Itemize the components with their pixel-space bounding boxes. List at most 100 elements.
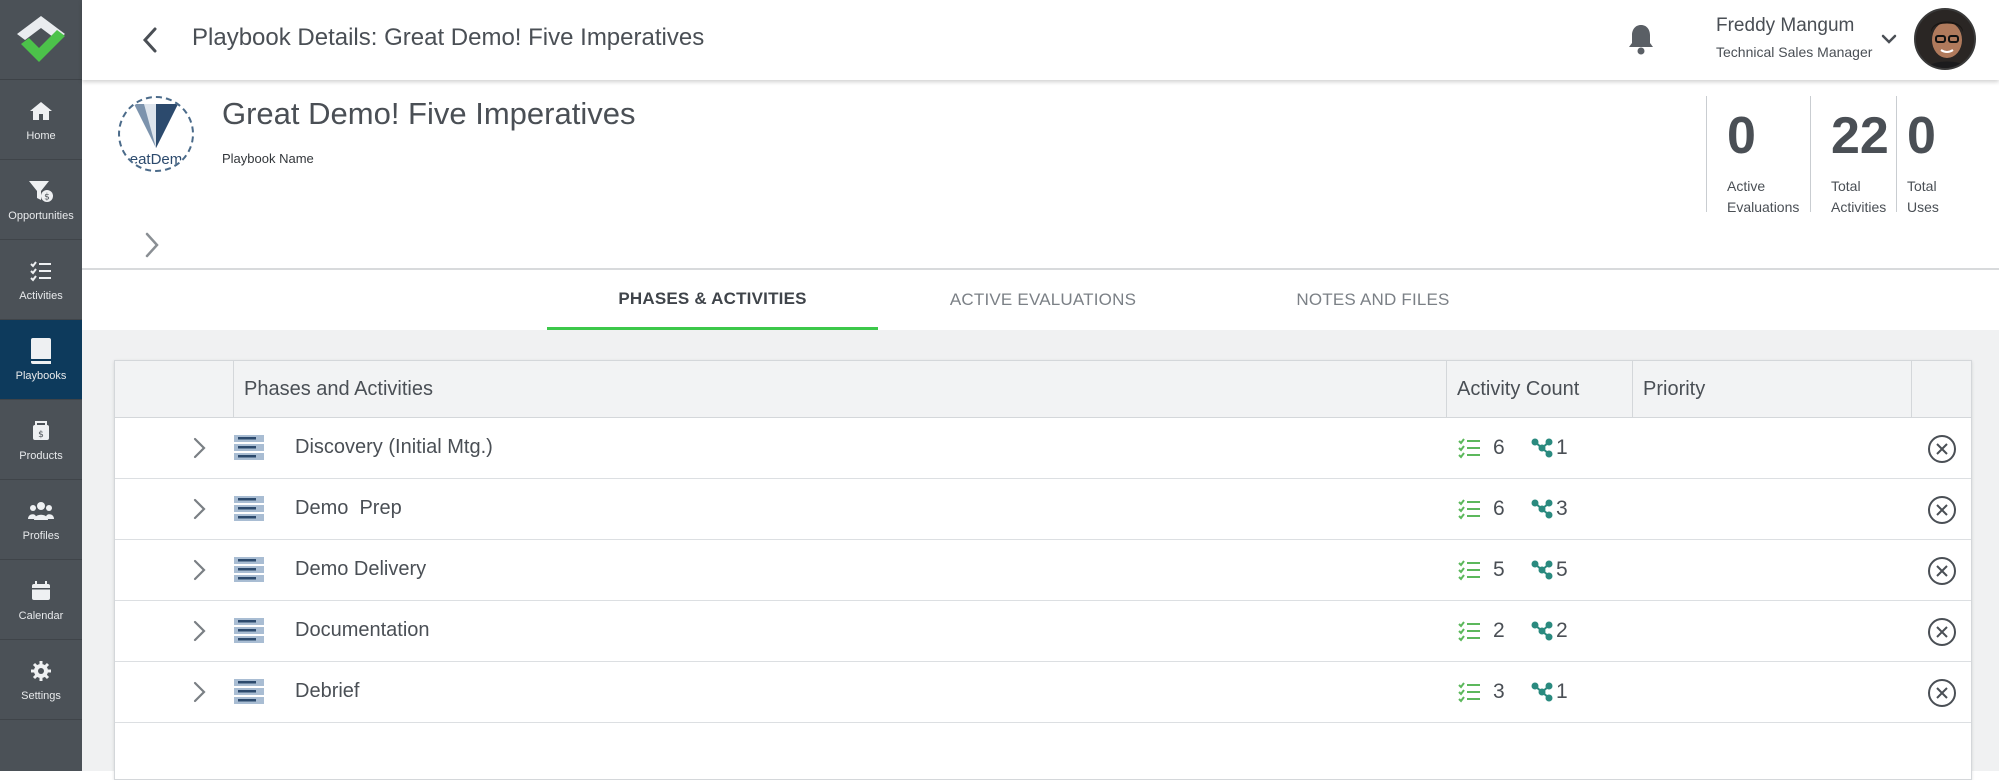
stat-label-line: Total: [1907, 176, 1976, 197]
expand-row-button[interactable]: [185, 678, 213, 706]
playbook-logo-text: eatDem: [130, 151, 183, 168]
app-logo-icon: [13, 12, 69, 68]
table-row[interactable]: Discovery (Initial Mtg.) 6 1: [115, 418, 1971, 479]
stat-label-line: Uses: [1907, 197, 1976, 218]
column-header-activity-count[interactable]: Activity Count: [1446, 361, 1632, 418]
close-circle-icon: [1927, 434, 1957, 464]
stat-label-line: Active: [1727, 176, 1810, 197]
table-header: Phases and Activities Activity Count Pri…: [115, 361, 1971, 418]
gear-icon: [28, 658, 54, 684]
flow-count: 1: [1556, 680, 1568, 704]
remove-phase-button[interactable]: [1927, 678, 1957, 708]
column-header-phases[interactable]: Phases and Activities: [233, 361, 1446, 418]
stat-value: 0: [1727, 110, 1810, 162]
back-button[interactable]: [132, 22, 168, 58]
flow-nodes-icon: [1530, 498, 1554, 520]
phase-stack-icon: [233, 494, 265, 524]
tab-notes-files[interactable]: NOTES AND FILES: [1208, 270, 1538, 330]
flow-count: 5: [1556, 558, 1568, 582]
sidebar: Home $ Opportunities Activities Playbook…: [0, 0, 82, 771]
checklist-icon: [1458, 437, 1482, 459]
chevron-left-icon: [140, 26, 160, 54]
expand-details-button[interactable]: [138, 228, 166, 262]
sidebar-item-home[interactable]: Home: [0, 80, 82, 160]
user-name: Freddy Mangum: [1716, 15, 1854, 37]
close-circle-icon: [1927, 495, 1957, 525]
checklist-icon: [1458, 498, 1482, 520]
expand-row-button[interactable]: [185, 556, 213, 584]
table-row[interactable]: Documentation 2 2: [115, 601, 1971, 662]
sidebar-item-opportunities[interactable]: $ Opportunities: [0, 160, 82, 240]
stat-label: Active Evaluations: [1727, 176, 1810, 218]
table-row[interactable]: Demo Delivery 5 5: [115, 540, 1971, 601]
expand-row-button[interactable]: [185, 617, 213, 645]
phases-table: Phases and Activities Activity Count Pri…: [114, 360, 1972, 780]
sidebar-item-label: Calendar: [19, 610, 64, 622]
phase-stack-icon: [233, 555, 265, 585]
expand-row-button[interactable]: [185, 495, 213, 523]
expand-row-button[interactable]: [185, 434, 213, 462]
chevron-down-icon: [1878, 28, 1900, 50]
sidebar-item-label: Products: [19, 450, 62, 462]
activity-count: 2: [1493, 619, 1505, 643]
table-row[interactable]: Demo Prep 6 3: [115, 479, 1971, 540]
sidebar-item-profiles[interactable]: Profiles: [0, 480, 82, 560]
sidebar-item-calendar[interactable]: Calendar: [0, 560, 82, 640]
flow-count: 3: [1556, 497, 1568, 521]
stat-total-activities: 22 Total Activities: [1810, 96, 1896, 212]
sidebar-item-label: Activities: [19, 290, 62, 302]
phase-name: Documentation: [295, 619, 430, 642]
product-box-icon: $: [28, 418, 54, 444]
phase-stack-icon: [233, 677, 265, 707]
sidebar-item-label: Settings: [21, 690, 61, 702]
flow-nodes-icon: [1530, 559, 1554, 581]
top-bar: Playbook Details: Great Demo! Five Imper…: [82, 0, 1999, 80]
sidebar-item-products[interactable]: $ Products: [0, 400, 82, 480]
stat-label: Total Uses: [1907, 176, 1976, 218]
stat-active-evaluations: 0 Active Evaluations: [1706, 96, 1810, 212]
remove-phase-button[interactable]: [1927, 556, 1957, 586]
avatar[interactable]: [1914, 8, 1976, 70]
chevron-right-icon: [185, 556, 213, 584]
remove-phase-button[interactable]: [1927, 495, 1957, 525]
sidebar-item-settings[interactable]: Settings: [0, 640, 82, 720]
sidebar-item-label: Opportunities: [8, 210, 73, 222]
stat-label-line: Total: [1831, 176, 1896, 197]
stat-total-uses: 0 Total Uses: [1896, 96, 1976, 212]
phase-name: Discovery (Initial Mtg.): [295, 436, 493, 459]
playbook-name-label: Playbook Name: [222, 151, 314, 166]
remove-phase-button[interactable]: [1927, 617, 1957, 647]
activity-count: 5: [1493, 558, 1505, 582]
playbook-logo-image: eatDem: [120, 98, 192, 170]
chevron-right-icon: [185, 678, 213, 706]
stat-label-line: Evaluations: [1727, 197, 1810, 218]
svg-text:$: $: [44, 192, 50, 202]
home-icon: [28, 98, 54, 124]
chevron-right-icon: [185, 495, 213, 523]
chevron-right-icon: [185, 434, 213, 462]
sidebar-item-activities[interactable]: Activities: [0, 240, 82, 320]
calendar-icon: [28, 578, 54, 604]
phase-stack-icon: [233, 616, 265, 646]
remove-phase-button[interactable]: [1927, 434, 1957, 464]
checklist-icon: [1458, 620, 1482, 642]
user-photo-icon: [1916, 10, 1976, 70]
notifications-button[interactable]: [1622, 20, 1660, 58]
flow-nodes-icon: [1530, 620, 1554, 642]
table-row[interactable]: Debrief 3 1: [115, 662, 1971, 723]
people-icon: [28, 498, 54, 524]
checklist-icon: [1458, 559, 1482, 581]
svg-text:$: $: [38, 430, 44, 440]
book-icon: [28, 338, 54, 364]
column-header-priority[interactable]: Priority: [1632, 361, 1911, 418]
checklist-icon: [28, 258, 54, 284]
app-logo[interactable]: [0, 0, 82, 80]
sidebar-item-playbooks[interactable]: Playbooks: [0, 320, 82, 400]
tab-active-evaluations[interactable]: ACTIVE EVALUATIONS: [878, 270, 1208, 330]
user-menu-chevron[interactable]: [1878, 28, 1900, 50]
flow-count: 1: [1556, 436, 1568, 460]
tab-phases-activities[interactable]: PHASES & ACTIVITIES: [547, 270, 878, 330]
activity-count: 6: [1493, 497, 1505, 521]
phase-name: Demo Prep: [295, 497, 402, 520]
chevron-right-icon: [185, 617, 213, 645]
